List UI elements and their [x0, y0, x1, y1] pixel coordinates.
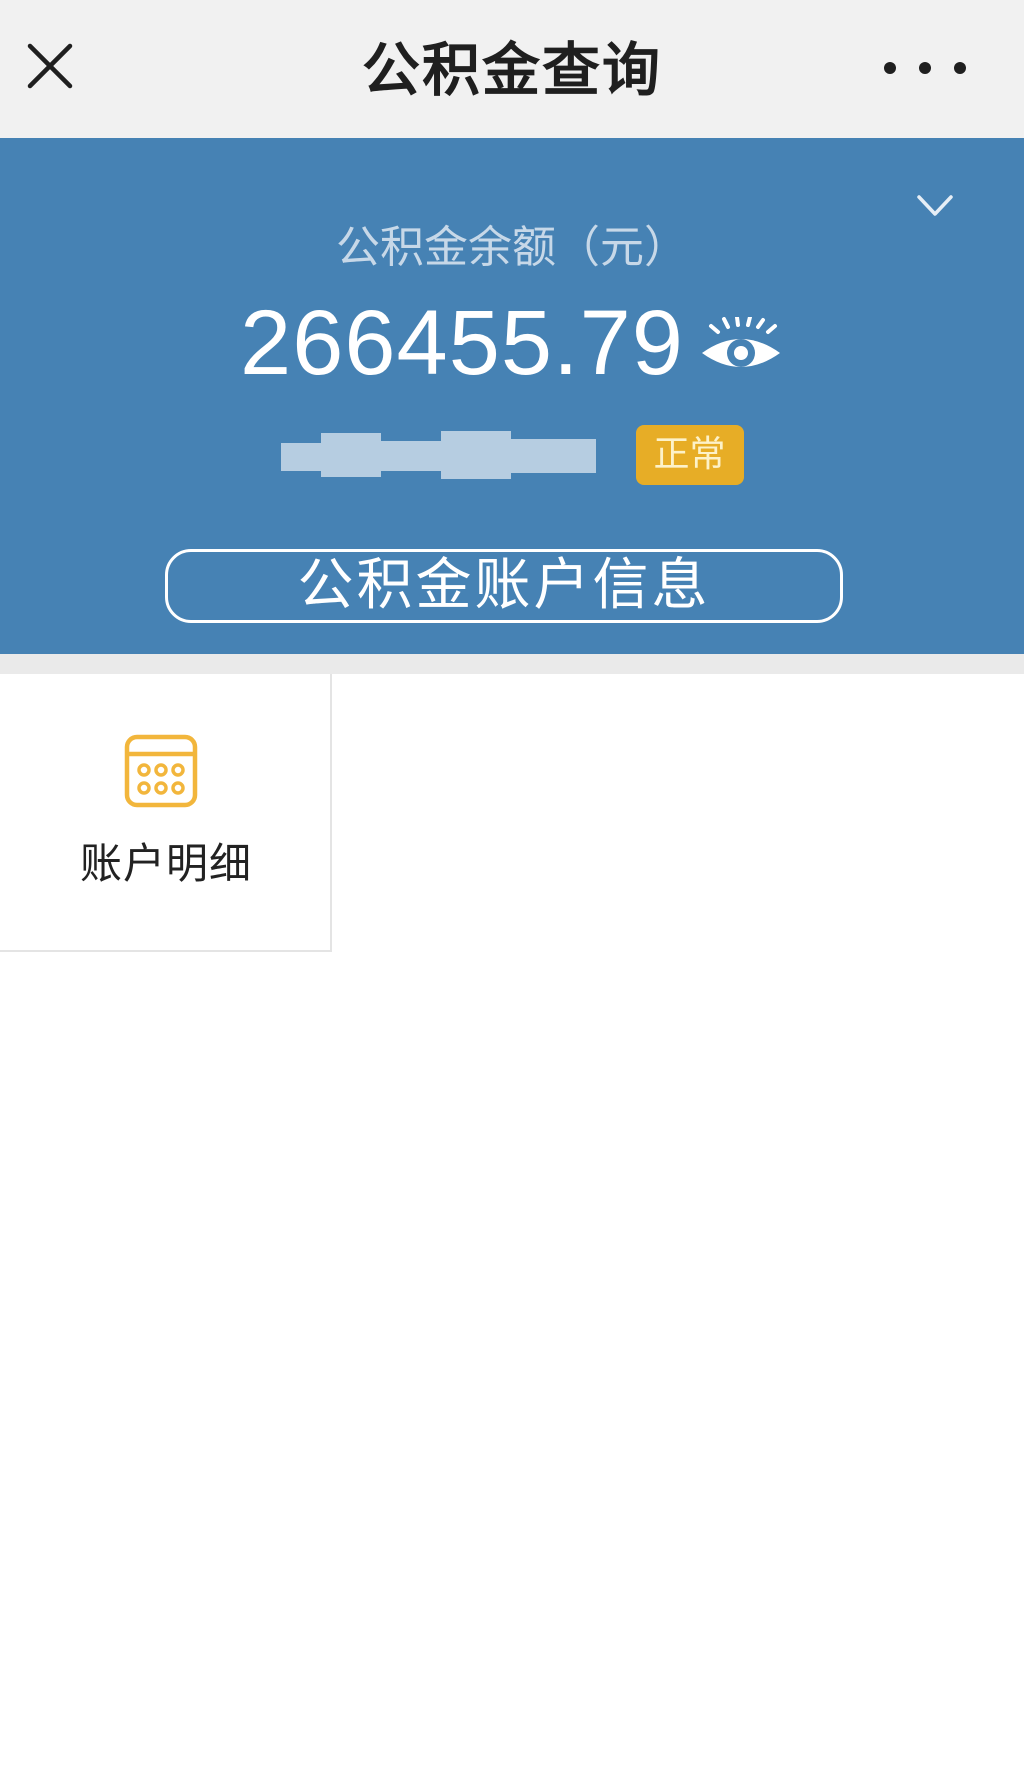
expand-button[interactable]: [916, 192, 954, 220]
eye-icon[interactable]: [698, 317, 784, 377]
status-badge: 正常: [635, 425, 744, 485]
menu-item-label: 账户明细: [79, 839, 252, 888]
account-info-button[interactable]: 公积金账户信息: [165, 549, 843, 623]
chevron-down-icon: [917, 195, 953, 216]
balance-panel: 公积金余额（元） 266455.79 正常 公积金账户信息: [0, 138, 1024, 654]
section-divider: [0, 654, 1024, 674]
balance-row: 266455.79: [0, 288, 1024, 398]
balance-amount: 266455.79: [240, 292, 684, 394]
account-row: 正常: [0, 420, 1024, 490]
more-button[interactable]: [880, 58, 970, 78]
more-dots-icon: [884, 62, 966, 74]
masked-account-number: [280, 425, 596, 485]
calendar-grid-icon: [124, 734, 198, 808]
page-title: 公积金查询: [361, 36, 662, 104]
balance-label: 公积金余额（元）: [336, 222, 688, 273]
top-bar: 公积金查询: [0, 0, 1024, 138]
menu-item-account-details[interactable]: 账户明细: [0, 674, 332, 952]
